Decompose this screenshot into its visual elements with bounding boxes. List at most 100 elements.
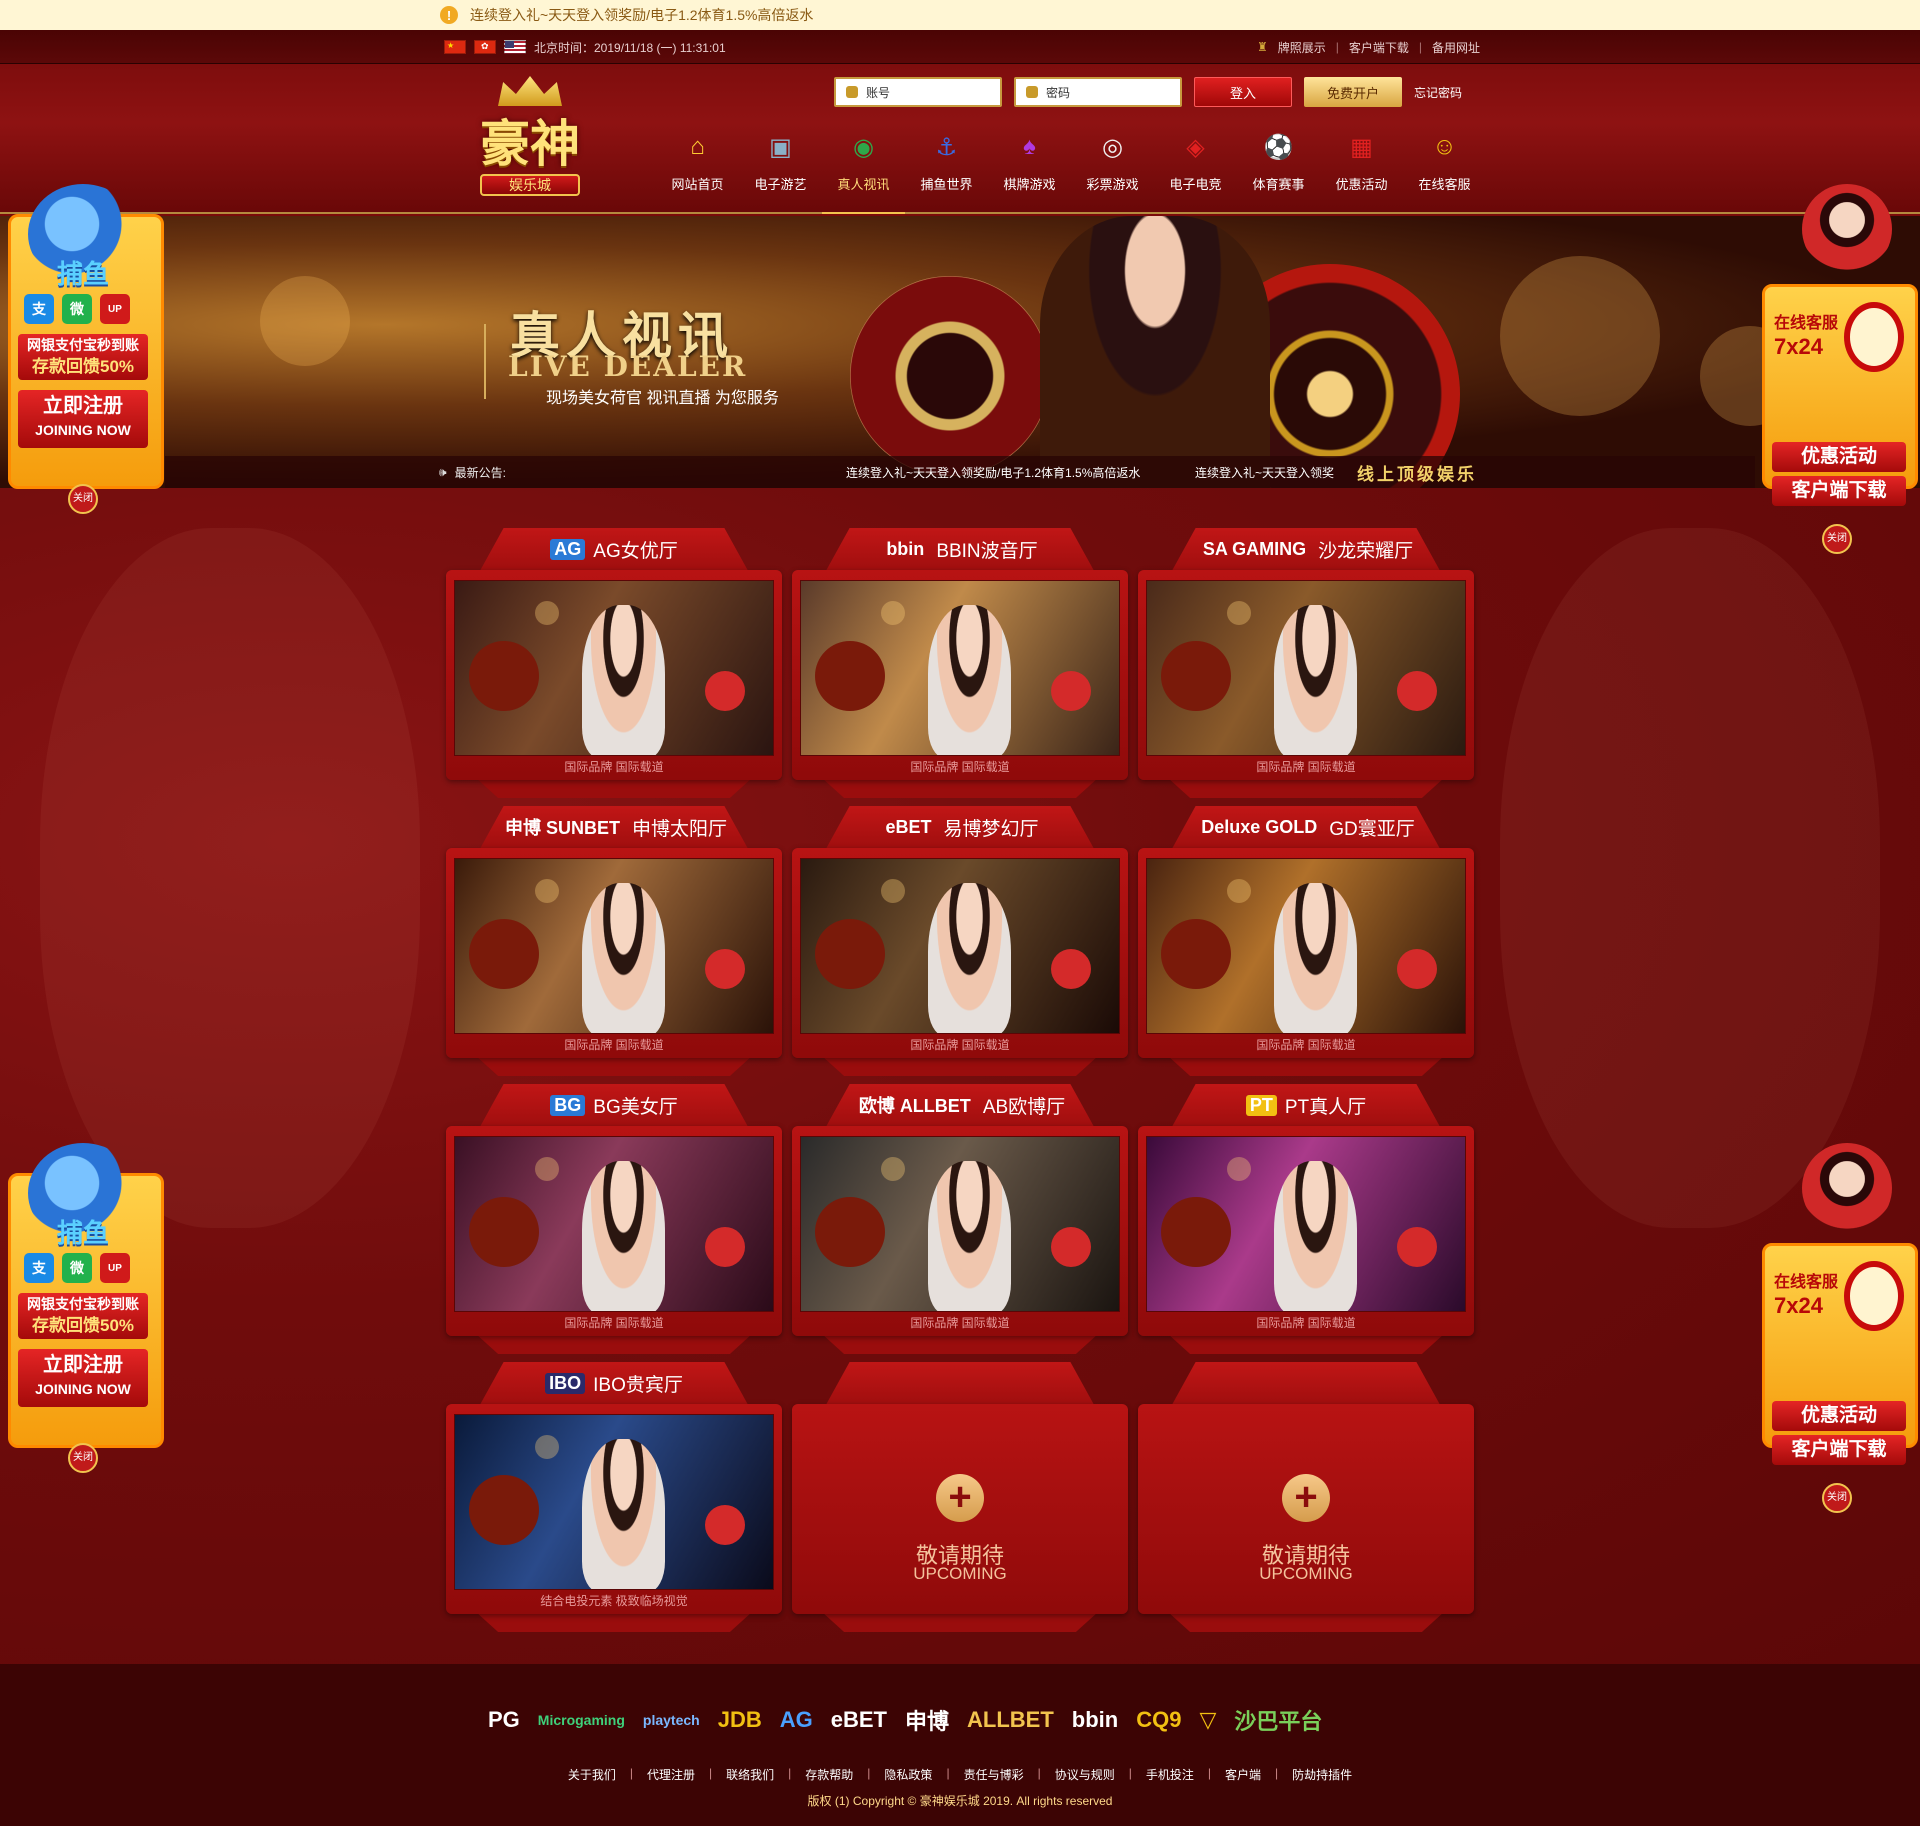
- casino-prop-image: [1397, 1227, 1437, 1267]
- us-flag-icon[interactable]: [504, 40, 526, 54]
- hall-photo[interactable]: [454, 580, 774, 756]
- hall-photo[interactable]: [1146, 1136, 1466, 1312]
- register-now-button[interactable]: 立即注册 JOINING NOW: [18, 390, 148, 448]
- footer-link[interactable]: 手机投注: [1146, 1766, 1194, 1783]
- casino-prop-image: [535, 879, 559, 903]
- game-hall-card[interactable]: BG BG美女厅 国际品牌 国际载道: [446, 1084, 782, 1354]
- hall-title: eBET 易博梦幻厅: [822, 806, 1098, 848]
- dealer-image: [582, 1439, 665, 1589]
- game-hall-card[interactable]: bbin BBIN波音厅 国际品牌 国际载道: [792, 528, 1128, 798]
- casino-prop-image: [705, 949, 745, 989]
- nav-item[interactable]: ◉ 真人视讯: [822, 124, 905, 214]
- divider: |: [867, 1766, 871, 1780]
- footer-link[interactable]: 责任与博彩: [964, 1766, 1024, 1783]
- nav-item[interactable]: ⌂ 网站首页: [656, 124, 739, 214]
- payment-icons: 支 微 UP: [24, 1253, 130, 1283]
- ticker-message[interactable]: 连续登入礼~天天登入领奖励/电子1.2体育1.5%高倍返水: [846, 464, 1140, 481]
- footer-links: 关于我们 | 代理注册 | 联络我们 | 存款帮助 | 隐私政策 | 责任与博彩 | 协议与规则 | 手机投…: [0, 1766, 1920, 1783]
- hall-name: AB欧博厅: [982, 1096, 1066, 1118]
- divider: |: [946, 1766, 950, 1780]
- customer-service-text[interactable]: 在线客服 7x24: [1774, 1273, 1838, 1319]
- hall-name: PT真人厅: [1284, 1096, 1367, 1118]
- banner-subtitle: 现场美女荷官 视讯直播 为您服务: [546, 390, 779, 407]
- footer-link[interactable]: 存款帮助: [805, 1766, 853, 1783]
- hall-photo[interactable]: [454, 1414, 774, 1590]
- divider: |: [1037, 1766, 1041, 1780]
- nav-item[interactable]: ▦ 优惠活动: [1320, 124, 1403, 214]
- china-flag-icon[interactable]: [444, 40, 466, 54]
- link-backup-url[interactable]: 备用网址: [1432, 39, 1480, 56]
- forgot-password-link[interactable]: 忘记密码: [1414, 84, 1462, 101]
- footer-link[interactable]: 防劫持插件: [1292, 1766, 1352, 1783]
- game-hall-card[interactable]: AG AG女优厅 国际品牌 国际载道: [446, 528, 782, 798]
- game-hall-card[interactable]: PT PT真人厅 国际品牌 国际载道: [1138, 1084, 1474, 1354]
- game-hall-card[interactable]: 欧博 ALLBET AB欧博厅 国际品牌 国际载道: [792, 1084, 1128, 1354]
- card-foot: [822, 1334, 1098, 1354]
- casino-prop-image: [1051, 949, 1091, 989]
- footer-link[interactable]: 隐私政策: [884, 1766, 932, 1783]
- account-input[interactable]: 账号: [834, 77, 1002, 107]
- login-form: 账号 密码 登入 免费开户 忘记密码: [834, 77, 1462, 107]
- client-download-button[interactable]: 客户端下载: [1772, 1435, 1906, 1465]
- slogan: 线上顶级娱乐: [1357, 464, 1477, 485]
- promo-banner[interactable]: 网银支付宝秒到账 存款回馈50%: [18, 334, 148, 380]
- footer-link[interactable]: 联络我们: [726, 1766, 774, 1783]
- card-foot: [1168, 1612, 1444, 1632]
- hall-photo[interactable]: [800, 858, 1120, 1034]
- footer-link[interactable]: 客户端: [1225, 1766, 1261, 1783]
- hall-photo[interactable]: [1146, 580, 1466, 756]
- bokeh-light: [260, 276, 350, 366]
- card-foot: [1168, 1056, 1444, 1076]
- site-logo[interactable]: 豪神 娱乐城: [450, 74, 610, 204]
- nav-item[interactable]: ☺ 在线客服: [1403, 124, 1486, 214]
- customer-service-text[interactable]: 在线客服 7x24: [1774, 314, 1838, 360]
- nav-label: 电子电竞: [1169, 177, 1222, 192]
- game-hall-card[interactable]: IBO IBO贵宾厅 结合电投元素 极致临场视觉: [446, 1362, 782, 1632]
- hall-photo[interactable]: [1146, 858, 1466, 1034]
- promotions-button[interactable]: 优惠活动: [1772, 442, 1906, 472]
- close-float-button[interactable]: 关闭: [1822, 524, 1852, 554]
- close-float-button[interactable]: 关闭: [1822, 1483, 1852, 1513]
- banner-title-en: LIVE DEALER: [508, 350, 748, 383]
- hall-photo[interactable]: [800, 1136, 1120, 1312]
- close-float-button[interactable]: 关闭: [68, 1443, 98, 1473]
- hall-photo[interactable]: [454, 1136, 774, 1312]
- gift-icon: ▦: [1350, 133, 1373, 161]
- nav-item[interactable]: ♠ 棋牌游戏: [988, 124, 1071, 214]
- nav-item[interactable]: ◈ 电子电竞: [1154, 124, 1237, 214]
- mascot-girl-icon: [1802, 184, 1892, 274]
- register-button[interactable]: 免费开户: [1304, 77, 1402, 107]
- ticker-message[interactable]: 连续登入礼~天天登入领奖: [1195, 464, 1334, 481]
- game-hall-card[interactable]: SA GAMING 沙龙荣耀厅 国际品牌 国际载道: [1138, 528, 1474, 798]
- hall-photo[interactable]: [800, 580, 1120, 756]
- promo-banner[interactable]: 网银支付宝秒到账 存款回馈50%: [18, 1293, 148, 1339]
- footer-link[interactable]: 协议与规则: [1055, 1766, 1115, 1783]
- link-license[interactable]: 牌照展示: [1278, 39, 1326, 56]
- nav-item[interactable]: ⚽ 体育赛事: [1237, 124, 1320, 214]
- casino-prop-image: [1397, 671, 1437, 711]
- nav-item[interactable]: ⚓ 捕鱼世界: [905, 124, 988, 214]
- support-agent-icon: ☺: [1432, 133, 1457, 160]
- casino-prop-image: [815, 641, 885, 711]
- hall-name: BG美女厅: [593, 1096, 678, 1118]
- nav-item[interactable]: ◎ 彩票游戏: [1071, 124, 1154, 214]
- hongkong-flag-icon[interactable]: [474, 40, 496, 54]
- login-button[interactable]: 登入: [1194, 77, 1292, 107]
- footer-link[interactable]: 代理注册: [647, 1766, 695, 1783]
- password-input[interactable]: 密码: [1014, 77, 1182, 107]
- nav-label: 体育赛事: [1252, 177, 1305, 192]
- game-hall-card[interactable]: Deluxe GOLD GD寰亚厅 国际品牌 国际载道: [1138, 806, 1474, 1076]
- hero-banner: 真人视讯 LIVE DEALER 现场美女荷官 视讯直播 为您服务: [0, 216, 1920, 488]
- game-hall-card[interactable]: eBET 易博梦幻厅 国际品牌 国际载道: [792, 806, 1128, 1076]
- brand-logo-icon: eBET: [885, 816, 932, 837]
- hall-photo[interactable]: [454, 858, 774, 1034]
- close-float-button[interactable]: 关闭: [68, 484, 98, 514]
- promotions-button[interactable]: 优惠活动: [1772, 1401, 1906, 1431]
- casino-prop-image: [881, 1157, 905, 1181]
- client-download-button[interactable]: 客户端下载: [1772, 476, 1906, 506]
- footer-link[interactable]: 关于我们: [568, 1766, 616, 1783]
- nav-item[interactable]: ▣ 电子游艺: [739, 124, 822, 214]
- register-now-button[interactable]: 立即注册 JOINING NOW: [18, 1349, 148, 1407]
- link-client-download[interactable]: 客户端下载: [1349, 39, 1409, 56]
- game-hall-card[interactable]: 申博 SUNBET 申博太阳厅 国际品牌 国际载道: [446, 806, 782, 1076]
